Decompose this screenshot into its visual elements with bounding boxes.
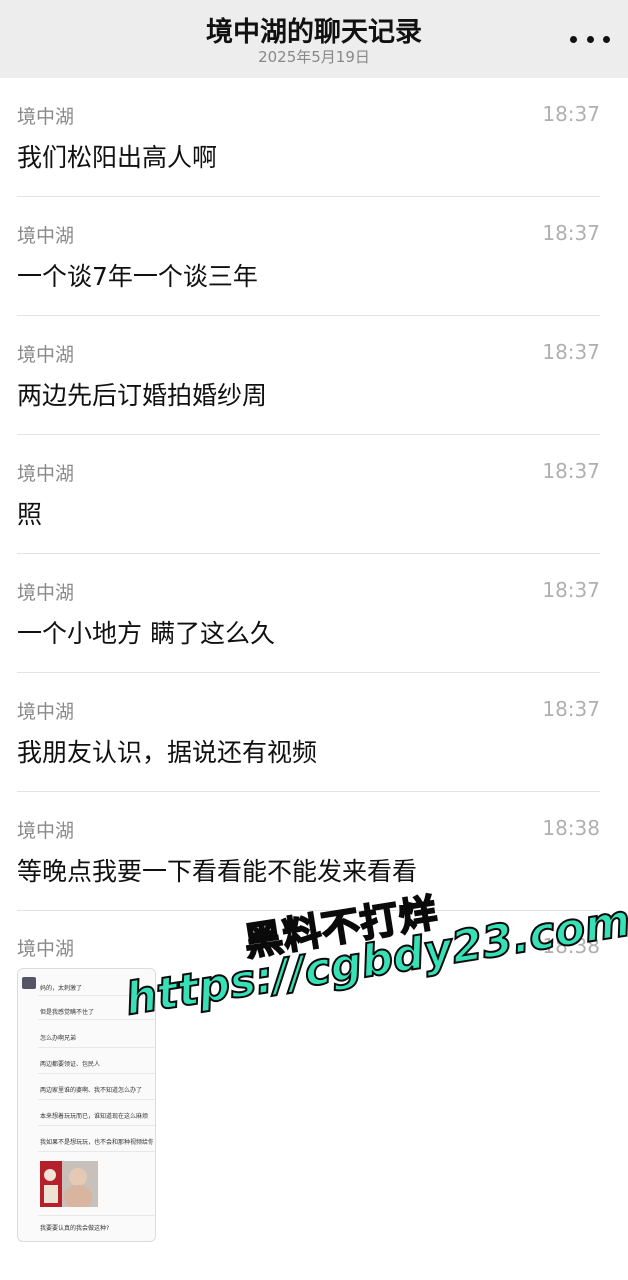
message-time: 18:37: [542, 221, 600, 245]
avatar: [22, 977, 36, 989]
divider: [38, 1125, 155, 1126]
message-item[interactable]: 境中湖 18:37 我们松阳出高人啊: [0, 78, 628, 197]
message-sender: 境中湖: [17, 225, 75, 247]
message-sender: 境中湖: [17, 344, 75, 366]
message-item[interactable]: 境中湖 18:37 照: [0, 435, 628, 554]
message-time: 18:38: [542, 816, 600, 840]
page-title: 境中湖的聊天记录: [206, 17, 422, 48]
message-item[interactable]: 境中湖 18:37 我朋友认识，据说还有视频: [0, 673, 628, 792]
message-time: 18:37: [542, 102, 600, 126]
thumb-row: 本来想着玩玩而已，谁知道现在这么麻烦: [40, 1113, 149, 1120]
divider: [38, 1073, 155, 1074]
message-item[interactable]: 境中湖 18:37 一个小地方 瞒了这么久: [0, 554, 628, 673]
photo-image: [40, 1161, 98, 1207]
message-text: 一个谈7年一个谈三年: [17, 262, 258, 291]
message-text: 照: [17, 500, 43, 529]
message-text: 两边先后订婚拍婚纱周: [17, 381, 268, 410]
message-text: 我们松阳出高人啊: [17, 143, 218, 172]
divider: [38, 1047, 155, 1048]
dot: [586, 35, 594, 43]
message-sender: 境中湖: [17, 701, 75, 723]
message-sender: 境中湖: [17, 463, 75, 485]
message-item[interactable]: 境中湖 18:37 一个谈7年一个谈三年: [0, 197, 628, 316]
message-text: 一个小地方 瞒了这么久: [17, 619, 275, 648]
dot: [603, 35, 610, 43]
thumb-row: 我要要认真的我会做这种?: [40, 1225, 110, 1232]
thumb-row: 两边家里谁的婆啊、我不知道怎么办了: [40, 1087, 143, 1094]
message-time: 18:37: [542, 340, 600, 364]
message-text: 我朋友认识，据说还有视频: [17, 738, 318, 767]
chat-record-header: 境中湖的聊天记录 2025年5月19日: [0, 0, 628, 78]
record-date: 2025年5月19日: [258, 48, 370, 66]
message-sender: 境中湖: [17, 106, 75, 128]
more-options-button[interactable]: [570, 24, 610, 54]
message-sender: 境中湖: [17, 582, 75, 604]
thumb-row: 我如果不是想玩玩，也不会和那种视频给你看: [40, 1139, 153, 1146]
message-list[interactable]: 境中湖 18:37 我们松阳出高人啊 境中湖 18:37 一个谈7年一个谈三年 …: [0, 78, 628, 911]
message-item[interactable]: 境中湖 18:38 等晚点我要一下看看能不能发来看看: [0, 792, 628, 911]
divider: [38, 1215, 155, 1216]
divider: [38, 1151, 155, 1152]
message-sender: 境中湖: [17, 938, 75, 960]
message-time: 18:37: [542, 697, 600, 721]
message-time: 18:37: [542, 459, 600, 483]
divider: [38, 1099, 155, 1100]
message-text: 等晚点我要一下看看能不能发来看看: [17, 857, 418, 886]
thumb-row: 怎么办啊兄弟: [40, 1035, 77, 1042]
thumb-row: 两边都要领证、包民人: [40, 1061, 101, 1068]
message-sender: 境中湖: [17, 820, 75, 842]
photo-thumbnail[interactable]: [40, 1161, 98, 1207]
more-horizontal-icon: [570, 35, 577, 43]
message-time: 18:37: [542, 578, 600, 602]
message-item[interactable]: 境中湖 18:37 两边先后订婚拍婚纱周: [0, 316, 628, 435]
